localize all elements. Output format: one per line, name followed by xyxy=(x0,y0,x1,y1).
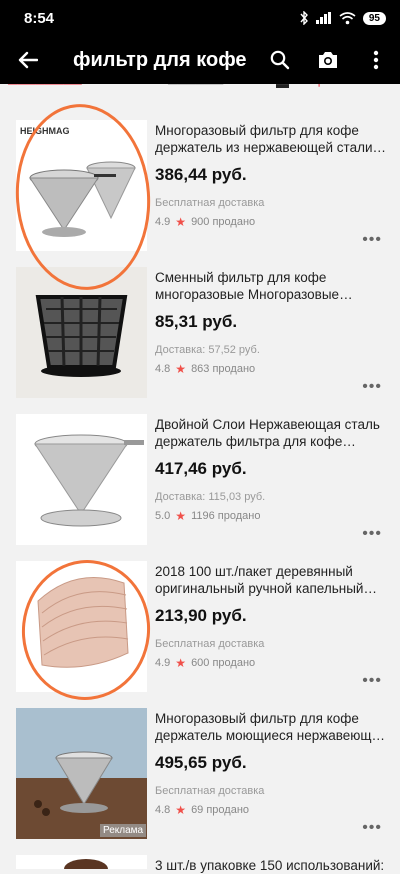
product-title[interactable]: 2018 100 шт./пакет деревянный оригинальн… xyxy=(155,563,387,597)
shipping-info: Доставка: 115,03 руб. xyxy=(155,491,266,503)
sold-count: 600 продано xyxy=(191,657,256,669)
product-info: 2018 100 шт./пакет деревянный оригинальн… xyxy=(155,563,387,670)
product-title[interactable]: Многоразовый фильтр для кофе держатель и… xyxy=(155,122,387,156)
more-vertical-icon xyxy=(373,50,379,70)
shipping-info: Бесплатная доставка xyxy=(155,785,265,797)
back-arrow-icon xyxy=(18,51,38,69)
product-price: 85,31 руб. xyxy=(155,312,238,331)
product-price: 386,44 руб. xyxy=(155,165,247,184)
product-price: 417,46 руб. xyxy=(155,459,247,478)
product-title[interactable]: Двойной Слои Нержавеющая сталь держатель… xyxy=(155,416,387,450)
rating-row: 4.8 ★ 69 продано xyxy=(155,803,387,817)
sold-count: 900 продано xyxy=(191,216,256,228)
rating-row: 5.0 ★ 1196 продано xyxy=(155,509,387,523)
star-icon: ★ xyxy=(175,215,187,229)
filter-strip: ──────── ────── ▬ ⌐ xyxy=(0,84,400,114)
search-button[interactable] xyxy=(256,36,304,84)
product-info: Двойной Слои Нержавеющая сталь держатель… xyxy=(155,416,387,523)
rating-value: 4.9 xyxy=(155,216,171,228)
shipping-info: Доставка: 57,52 руб. xyxy=(155,344,260,356)
basket-filter-image xyxy=(16,267,147,398)
star-icon: ★ xyxy=(175,656,187,670)
product-image xyxy=(16,855,147,869)
product-price: 495,65 руб. xyxy=(155,753,247,772)
product-card[interactable]: 2018 100 шт./пакет деревянный оригинальн… xyxy=(0,555,400,702)
more-options-button[interactable]: ••• xyxy=(362,672,382,690)
product-card[interactable]: 3 шт./в упаковке 150 использований: xyxy=(0,849,400,873)
product-info: Сменный фильтр для кофе многоразовые Мно… xyxy=(155,269,387,376)
camera-search-button[interactable] xyxy=(304,36,352,84)
search-query[interactable]: фильтр для кофе xyxy=(56,49,256,72)
overflow-menu-button[interactable] xyxy=(352,36,400,84)
product-card[interactable]: Сменный фильтр для кофе многоразовые Мно… xyxy=(0,261,400,408)
product-card[interactable]: Реклама Многоразовый фильтр для кофе дер… xyxy=(0,702,400,849)
camera-icon xyxy=(319,52,337,68)
rating-row: 4.9 ★ 900 продано xyxy=(155,215,387,229)
more-options-button[interactable]: ••• xyxy=(362,819,382,837)
product-image: HEIGHMAG xyxy=(16,120,147,251)
status-bar: 8:54 95 xyxy=(0,0,400,36)
filter-on-table-image xyxy=(16,708,147,839)
rating-row: 4.8 ★ 863 продано xyxy=(155,362,387,376)
product-image xyxy=(16,561,147,692)
bluetooth-icon xyxy=(300,11,308,25)
filter-icon-cut: ⌐ xyxy=(318,84,326,91)
star-icon: ★ xyxy=(175,803,187,817)
dripper-image xyxy=(34,434,144,527)
search-icon xyxy=(270,50,290,70)
rating-value: 4.8 xyxy=(155,363,171,375)
sold-count: 1196 продано xyxy=(191,510,261,522)
product-price: 213,90 руб. xyxy=(155,606,247,625)
battery-indicator: 95 xyxy=(362,11,386,25)
rating-value: 4.9 xyxy=(155,657,171,669)
product-card[interactable]: HEIGHMAG Многоразовый фильтр для кофе де… xyxy=(0,114,400,261)
back-button[interactable] xyxy=(0,36,56,84)
product-title[interactable]: Сменный фильтр для кофе многоразовые Мно… xyxy=(155,269,387,303)
more-options-button[interactable]: ••• xyxy=(362,231,382,249)
product-card[interactable]: Двойной Слои Нержавеющая сталь держатель… xyxy=(0,408,400,555)
filter-option-cut: ────── xyxy=(168,84,223,91)
product-title[interactable]: Многоразовый фильтр для кофе держатель м… xyxy=(155,710,387,744)
brand-logo: HEIGHMAG xyxy=(20,126,70,136)
star-icon: ★ xyxy=(175,509,187,523)
shipping-info: Бесплатная доставка xyxy=(155,197,265,209)
product-image-partial xyxy=(64,859,108,869)
sold-count: 69 продано xyxy=(191,804,250,816)
sold-count: 863 продано xyxy=(191,363,256,375)
status-time: 8:54 xyxy=(24,9,55,27)
rating-value: 5.0 xyxy=(155,510,171,522)
coffee-filter-image xyxy=(29,161,136,237)
wifi-icon xyxy=(339,11,356,24)
more-options-button[interactable]: ••• xyxy=(362,378,382,396)
sort-option-cut: ──────── xyxy=(8,84,82,91)
product-image xyxy=(16,267,147,398)
rating-value: 4.8 xyxy=(155,804,171,816)
more-options-button[interactable]: ••• xyxy=(362,525,382,543)
paper-filters-image xyxy=(37,576,129,668)
star-icon: ★ xyxy=(175,362,187,376)
ad-badge: Реклама xyxy=(100,824,147,837)
signal-icon xyxy=(315,12,331,24)
view-toggle-cut: ▬ xyxy=(276,84,289,91)
rating-row: 4.9 ★ 600 продано xyxy=(155,656,387,670)
search-app-bar: фильтр для кофе xyxy=(0,36,400,84)
product-info: Многоразовый фильтр для кофе держатель м… xyxy=(155,710,387,817)
product-info: Многоразовый фильтр для кофе держатель и… xyxy=(155,122,387,229)
product-image: Реклама xyxy=(16,708,147,839)
product-image xyxy=(16,414,147,545)
shipping-info: Бесплатная доставка xyxy=(155,638,265,650)
status-icons: 95 xyxy=(299,11,386,25)
